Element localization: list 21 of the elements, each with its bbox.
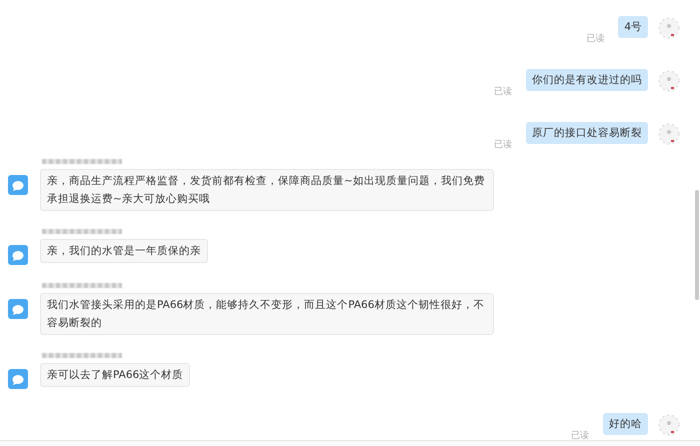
avatar-icon	[8, 369, 28, 389]
avatar-icon	[658, 414, 680, 436]
read-status: 已读	[494, 138, 512, 151]
avatar-icon	[658, 123, 680, 145]
read-status: 已读	[571, 430, 589, 442]
message-bubble: 亲，我们的水管是一年质保的亲	[40, 239, 208, 263]
avatar-icon	[658, 17, 680, 39]
avatar-icon	[658, 70, 680, 92]
message-bubble: 4号	[618, 16, 648, 38]
message-bubble: 好的哈	[603, 413, 648, 435]
message-bubble: 我们水管接头采用的是PA66材质，能够持久不变形，而且这个PA66材质这个韧性很好，不容易断裂的	[40, 293, 494, 335]
message-bubble: 亲可以去了解PA66这个材质	[40, 363, 190, 387]
read-status: 已读	[586, 32, 604, 45]
avatar-icon	[8, 245, 28, 265]
message-bubble: 原厂的接口处容易断裂	[526, 122, 648, 144]
avatar-icon	[8, 175, 28, 195]
scrollbar-thumb[interactable]	[695, 190, 699, 300]
message-bubble: 亲，商品生产流程严格监督，发货前都有检查，保障商品质量~如出现质量问题，我们免费承担退换运费~亲大可放心购买哦	[40, 169, 494, 211]
avatar-icon	[8, 299, 28, 319]
read-status: 已读	[494, 86, 512, 98]
message-bubble: 你们的是有改进过的吗	[526, 69, 648, 91]
